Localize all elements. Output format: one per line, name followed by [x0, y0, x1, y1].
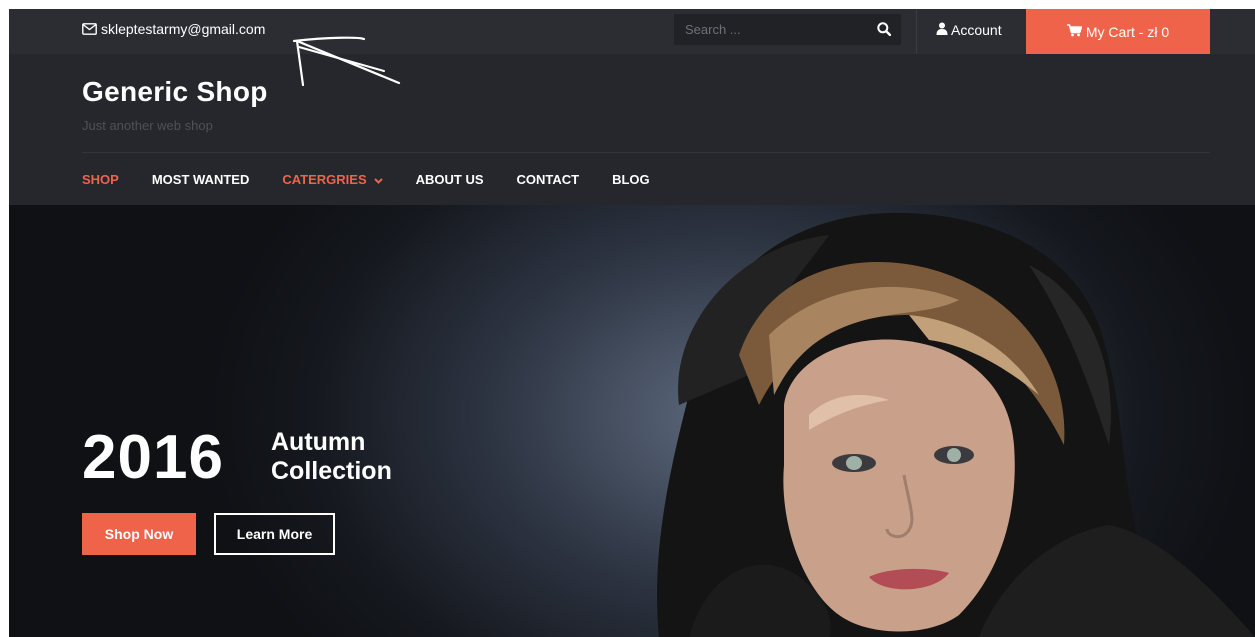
nav-item-about-us[interactable]: ABOUT US [416, 172, 484, 187]
nav-item-most-wanted[interactable]: MOST WANTED [152, 172, 250, 187]
contact-email[interactable]: skleptestarmy@gmail.com [82, 21, 265, 37]
nav-item-label: BLOG [612, 172, 650, 187]
search-icon[interactable] [877, 22, 892, 41]
nav-item-label: MOST WANTED [151, 172, 250, 187]
site-tagline: Just another web shop [82, 118, 213, 133]
chevron-down-icon [373, 172, 383, 187]
hero-subtitle-line2: Collection [271, 457, 392, 485]
main-nav: SHOP MOST WANTED CATERGRIES ABOUT US CON… [82, 172, 683, 187]
hero-subtitle-line1: Autumn [271, 428, 366, 456]
shop-now-button[interactable]: Shop Now [82, 513, 196, 555]
nav-item-categories[interactable]: CATERGRIES [282, 172, 383, 187]
envelope-icon [82, 23, 97, 35]
nav-item-shop[interactable]: SHOP [82, 172, 119, 187]
search-box[interactable] [674, 14, 901, 45]
cart-label: My Cart - zł 0 [1085, 23, 1170, 40]
hero-banner: 2016 Autumn Collection Shop Now Learn Mo… [9, 205, 1255, 637]
nav-item-contact[interactable]: CONTACT [517, 172, 580, 187]
nav-item-label: SHOP [82, 172, 119, 187]
topbar-divider [916, 9, 917, 54]
header-divider [82, 152, 1210, 153]
search-input[interactable] [674, 22, 864, 37]
nav-item-label: CONTACT [516, 172, 580, 187]
page-frame: skleptestarmy@gmail.com Account My Cart … [9, 9, 1255, 637]
cart-icon [1066, 23, 1083, 40]
hero-model-image [657, 212, 1255, 637]
account-label: Account [951, 22, 1002, 38]
site-title[interactable]: Generic Shop [82, 76, 268, 108]
hero-subtitle: Autumn Collection [271, 428, 392, 486]
nav-item-label: CATERGRIES [282, 172, 367, 187]
account-link[interactable]: Account [936, 22, 1002, 38]
annotation-arrow-icon [292, 36, 401, 87]
user-icon [936, 22, 948, 38]
nav-item-label: ABOUT US [415, 172, 484, 187]
learn-more-button[interactable]: Learn More [214, 513, 335, 555]
hero-year: 2016 [82, 423, 224, 492]
cart-button[interactable]: My Cart - zł 0 [1026, 9, 1210, 54]
nav-item-blog[interactable]: BLOG [612, 172, 650, 187]
email-text: skleptestarmy@gmail.com [101, 21, 266, 37]
site-header: Generic Shop Just another web shop SHOP … [9, 54, 1255, 205]
top-bar: skleptestarmy@gmail.com Account My Cart … [9, 9, 1255, 54]
